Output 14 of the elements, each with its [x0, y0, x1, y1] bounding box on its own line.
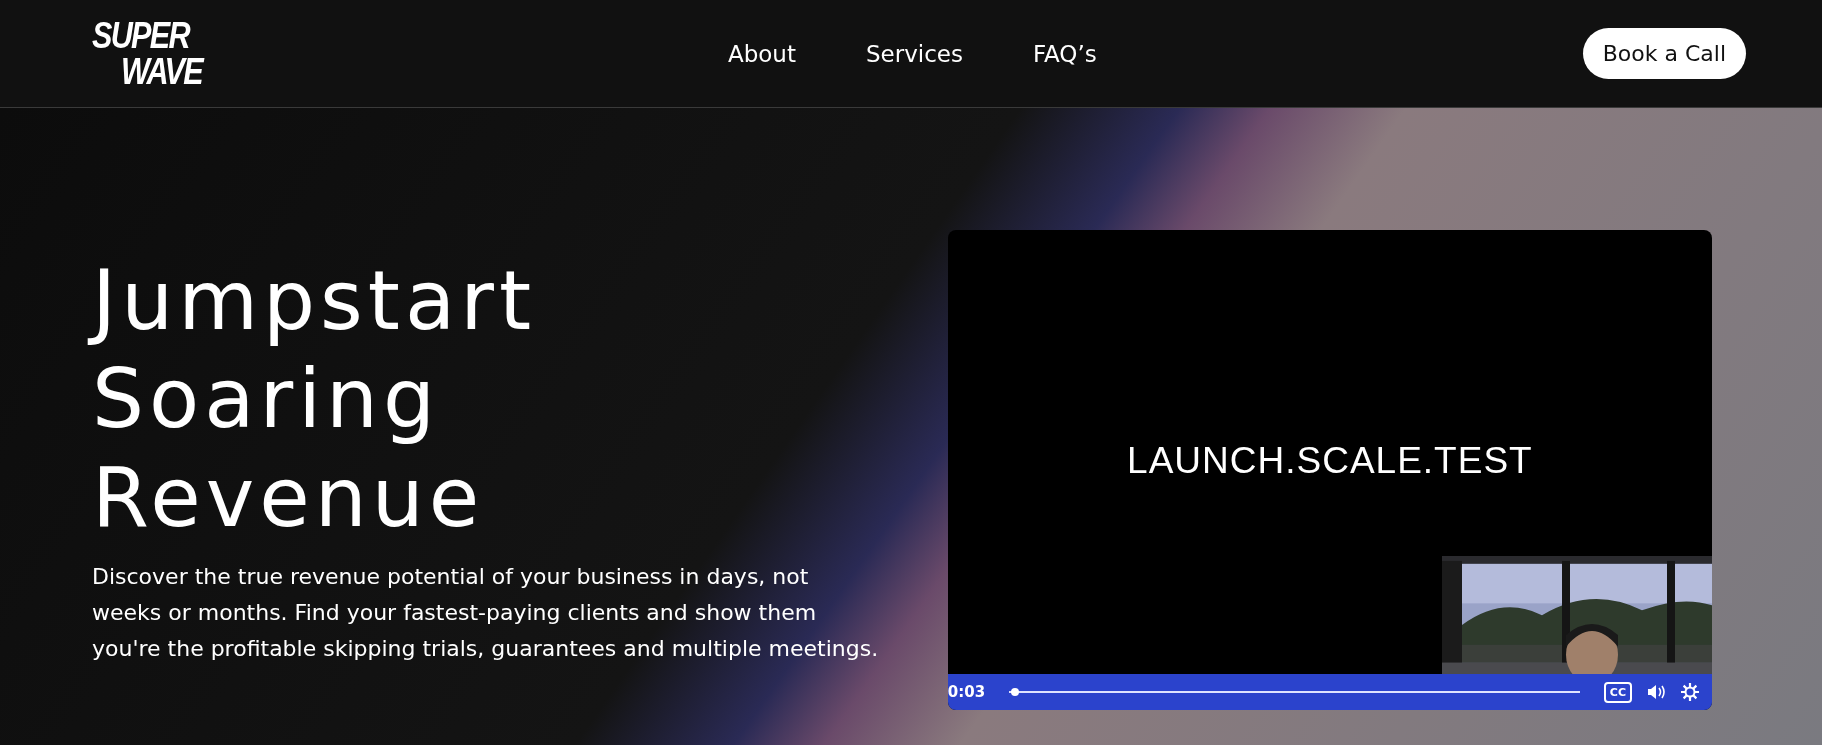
volume-icon[interactable] — [1646, 682, 1666, 702]
nav-link[interactable]: About — [727, 40, 796, 67]
settings-icon[interactable] — [1680, 682, 1700, 702]
logo[interactable]: SUPER WAVE — [92, 17, 220, 90]
time-label: 0:03 — [947, 683, 986, 701]
slide-text: LAUNCH.SCALE.TEST — [1127, 440, 1533, 483]
progress-thumb[interactable] — [1010, 688, 1019, 696]
book-call-button[interactable]: Book a Call — [1582, 28, 1746, 79]
hero-description: Discover the true revenue potential of your business in days, not weeks or months. Find your fastest-paying clients and show them you're the profitable skipping trials, guarantees and multiple meetings. — [92, 563, 880, 664]
hero-heading: Jumpstart Soaring Revenue — [82, 248, 545, 554]
nav-link[interactable]: FAQ’s — [1032, 40, 1097, 67]
video-player[interactable]: LAUNCH.SCALE.TEST 0:03 CC — [947, 230, 1712, 710]
nav-link[interactable]: Services — [865, 40, 963, 67]
captions-button[interactable]: CC — [1603, 681, 1632, 703]
